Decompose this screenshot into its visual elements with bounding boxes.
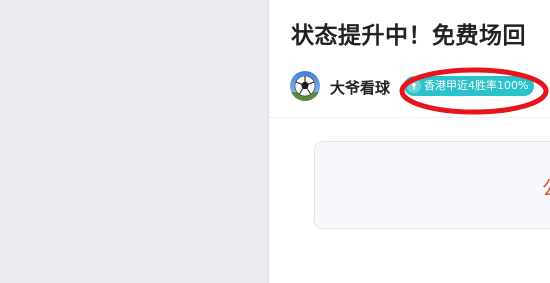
soccer-ball-icon	[290, 71, 320, 101]
author-name[interactable]: 大爷看球	[330, 77, 390, 98]
content-box: 公	[314, 141, 550, 229]
up-arrow-icon	[407, 79, 421, 93]
content-preview: 公	[542, 172, 550, 201]
article-panel: 状态提升中！免费场回 大爷看球 香港甲近4胜率100%	[269, 0, 550, 283]
author-avatar[interactable]	[290, 71, 320, 101]
stats-badge[interactable]: 香港甲近4胜率100%	[404, 76, 535, 96]
header-divider	[269, 117, 550, 118]
article-title: 状态提升中！免费场回	[291, 23, 526, 49]
left-panel	[0, 0, 268, 283]
badge-label: 香港甲近4胜率100%	[424, 79, 529, 92]
